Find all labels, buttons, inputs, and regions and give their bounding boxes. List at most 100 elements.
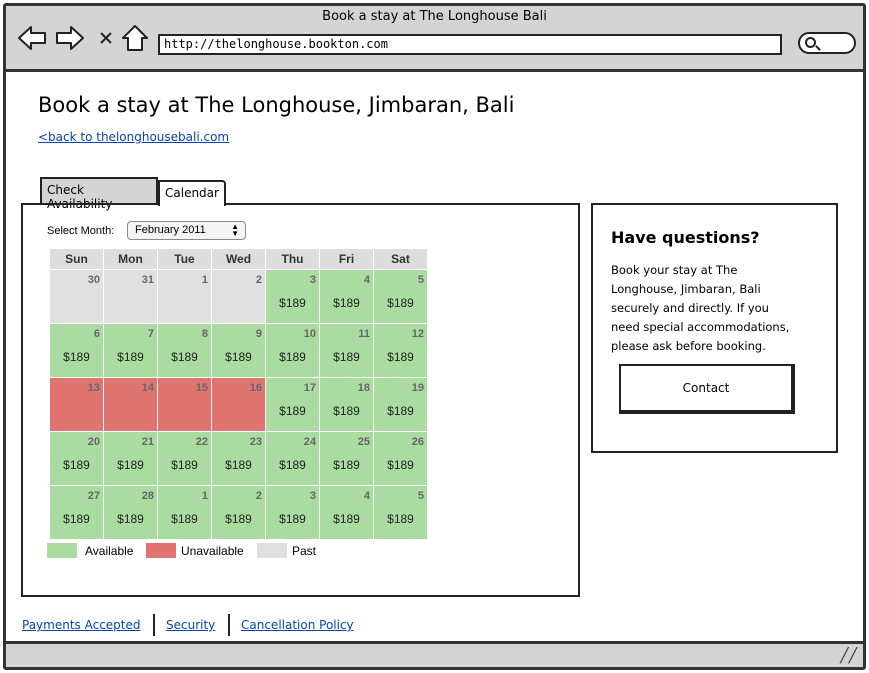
calendar-day-cell: 13	[49, 377, 104, 432]
back-link[interactable]: <back to thelonghousebali.com	[38, 130, 229, 144]
resize-grip-icon[interactable]: ╱╱	[840, 648, 857, 664]
calendar-day-cell[interactable]: 10 $189	[265, 323, 320, 378]
day-number: 10	[303, 328, 316, 340]
calendar-day-cell[interactable]: 1 $189	[157, 485, 212, 540]
day-number: 16	[249, 382, 262, 394]
calendar-day-cell[interactable]: 11 $189	[319, 323, 374, 378]
arrow-left-icon	[18, 26, 46, 50]
calendar-week-row: 20 $189 21 $189 22 $189 23 $189 24 $189 25 $189 26 $1…	[49, 431, 428, 486]
calendar-day-cell: 16	[211, 377, 266, 432]
calendar-day-cell[interactable]: 8 $189	[157, 323, 212, 378]
tab-calendar[interactable]: Calendar	[158, 180, 226, 206]
forward-button[interactable]	[54, 24, 86, 52]
footer-link-payments[interactable]: Payments Accepted	[22, 618, 141, 632]
day-number: 2	[255, 274, 262, 286]
day-number: 28	[141, 490, 154, 502]
home-button[interactable]	[119, 24, 151, 52]
day-price: $189	[171, 458, 198, 472]
day-number: 1	[201, 490, 208, 502]
search-icon	[805, 37, 816, 48]
legend-label-unavailable: Unavailable	[181, 544, 244, 558]
day-number: 21	[141, 436, 154, 448]
day-number: 4	[363, 274, 370, 286]
stop-button[interactable]	[90, 24, 122, 52]
day-number: 14	[141, 382, 154, 394]
day-number: 11	[358, 328, 370, 340]
footer-link-cancellation[interactable]: Cancellation Policy	[241, 618, 354, 632]
day-price: $189	[387, 350, 414, 364]
day-price: $189	[387, 458, 414, 472]
footer-separator	[153, 614, 155, 636]
browser-search-box[interactable]	[798, 32, 856, 54]
calendar-day-cell: 30	[49, 269, 104, 324]
browser-toolbar: Book a stay at The Longhouse Bali http:/…	[6, 6, 863, 72]
contact-button[interactable]: Contact	[619, 364, 795, 414]
calendar-day-cell[interactable]: 3 $189	[265, 485, 320, 540]
calendar-day-cell[interactable]: 27 $189	[49, 485, 104, 540]
day-number: 4	[363, 490, 370, 502]
legend-label-available: Available	[85, 544, 134, 558]
calendar-day-cell[interactable]: 19 $189	[373, 377, 428, 432]
calendar-day-cell[interactable]: 17 $189	[265, 377, 320, 432]
calendar-day-cell[interactable]: 3 $189	[265, 269, 320, 324]
calendar-day-cell[interactable]: 5 $189	[373, 269, 428, 324]
calendar-day-cell[interactable]: 25 $189	[319, 431, 374, 486]
month-select[interactable]: February 2011 ▲ ▼	[127, 221, 246, 240]
tab-check-availability[interactable]: Check Availability	[40, 177, 158, 211]
day-price: $189	[171, 350, 198, 364]
calendar-day-cell[interactable]: 4 $189	[319, 485, 374, 540]
day-number: 5	[417, 490, 424, 502]
questions-text: Book your stay at The Longhouse, Jimbara…	[611, 263, 790, 353]
day-price: $189	[225, 350, 252, 364]
day-price: $189	[63, 458, 90, 472]
chevron-updown-icon: ▲ ▼	[231, 222, 239, 238]
calendar-day-cell[interactable]: 26 $189	[373, 431, 428, 486]
day-number: 19	[411, 382, 424, 394]
url-input[interactable]: http://thelonghouse.bookton.com	[158, 34, 782, 55]
day-number: 1	[201, 274, 208, 286]
calendar-day-cell[interactable]: 28 $189	[103, 485, 158, 540]
calendar-day-cell[interactable]: 5 $189	[373, 485, 428, 540]
calendar-day-cell[interactable]: 21 $189	[103, 431, 158, 486]
calendar-day-cell[interactable]: 20 $189	[49, 431, 104, 486]
footer-link-security[interactable]: Security	[166, 618, 215, 632]
questions-title: Have questions?	[611, 228, 760, 247]
calendar-week-row: 27 $189 28 $189 1 $189 2 $189 3 $189 4 $189 5 $189	[49, 485, 428, 540]
calendar-day-cell: 14	[103, 377, 158, 432]
footer-separator	[228, 614, 230, 636]
day-price: $189	[333, 404, 360, 418]
weekday-header: Tue	[157, 248, 212, 270]
legend-label-past: Past	[292, 544, 317, 558]
day-price: $189	[225, 512, 252, 526]
calendar-week-row: 6 $189 7 $189 8 $189 9 $189 10 $189 11 $189 12 $189	[49, 323, 428, 378]
day-number: 25	[357, 436, 370, 448]
calendar-day-cell[interactable]: 22 $189	[157, 431, 212, 486]
calendar-day-cell[interactable]: 24 $189	[265, 431, 320, 486]
calendar-day-cell[interactable]: 6 $189	[49, 323, 104, 378]
day-number: 26	[411, 436, 424, 448]
back-button[interactable]	[16, 24, 48, 52]
calendar-day-cell[interactable]: 7 $189	[103, 323, 158, 378]
page-title: Book a stay at The Longhouse, Jimbaran, …	[38, 93, 515, 117]
window-title: Book a stay at The Longhouse Bali	[322, 9, 547, 24]
day-price: $189	[279, 512, 306, 526]
legend-swatch-past	[257, 543, 287, 558]
day-price: $189	[63, 350, 90, 364]
day-number: 31	[141, 274, 154, 286]
weekday-header: Wed	[211, 248, 266, 270]
close-icon	[100, 32, 112, 44]
calendar-day-cell[interactable]: 18 $189	[319, 377, 374, 432]
calendar-day-cell: 31	[103, 269, 158, 324]
day-number: 3	[309, 490, 316, 502]
day-price: $189	[387, 512, 414, 526]
day-price: $189	[117, 458, 144, 472]
calendar-day-cell[interactable]: 23 $189	[211, 431, 266, 486]
calendar-day-cell[interactable]: 9 $189	[211, 323, 266, 378]
calendar-day-cell[interactable]: 2 $189	[211, 485, 266, 540]
weekday-header: Sun	[49, 248, 104, 270]
day-price: $189	[387, 404, 414, 418]
calendar-body: 30 31 1 2 3 $189 4 $189 5 $189 6 $189 7 $189 8 $189 9 $18…	[49, 269, 428, 540]
calendar-day-cell[interactable]: 4 $189	[319, 269, 374, 324]
calendar-day-cell[interactable]: 12 $189	[373, 323, 428, 378]
calendar-day-cell: 1	[157, 269, 212, 324]
